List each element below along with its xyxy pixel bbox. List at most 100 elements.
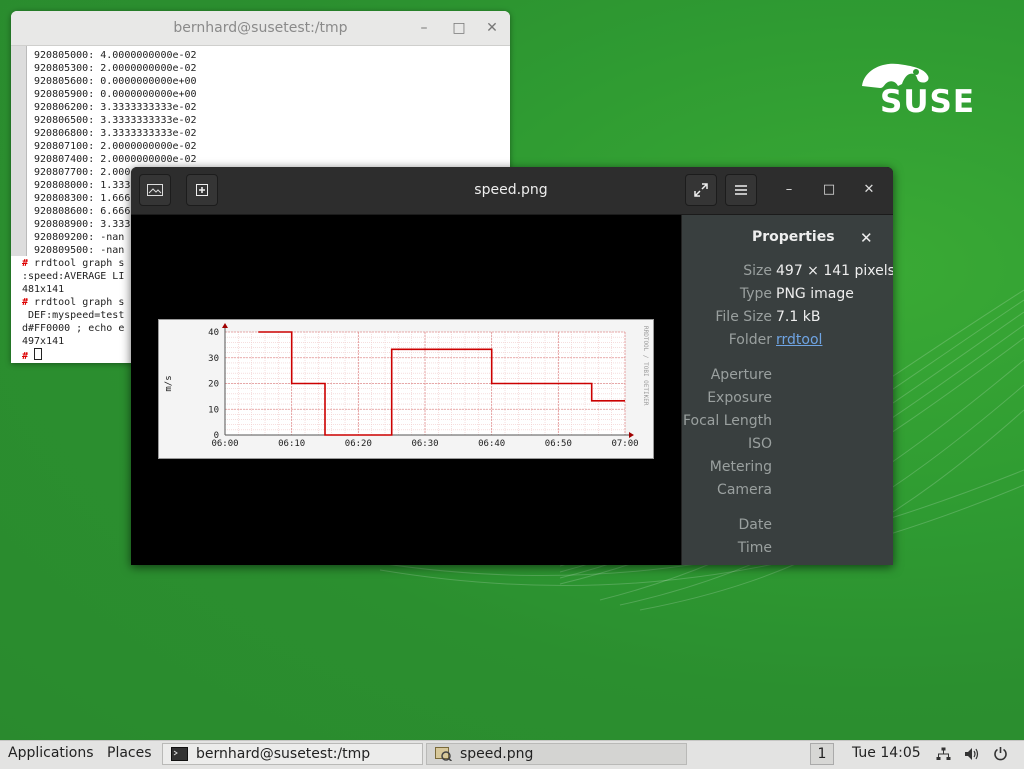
- y-tick-label: 40: [208, 328, 219, 338]
- hamburger-icon: [735, 185, 747, 195]
- image-viewer-window[interactable]: speed.png – □ ✕ 06:00 06:10 06:20 06:30 06:4…: [131, 167, 893, 565]
- volume-icon[interactable]: [964, 747, 980, 761]
- property-row: Folder rrdtool: [682, 332, 893, 352]
- taskbar-task-image-viewer[interactable]: speed.png: [426, 743, 687, 765]
- property-row: Type PNG image: [682, 286, 893, 306]
- terminal-line-text: rrdtool graph s: [28, 297, 125, 308]
- property-key: Time: [737, 540, 772, 556]
- terminal-title: bernhard@susetest:/tmp: [173, 20, 348, 36]
- terminal-line: 920806200: 3.3333333333e-02: [28, 102, 197, 113]
- property-value: 7.1 kB: [776, 309, 821, 325]
- maximize-icon[interactable]: □: [450, 19, 468, 37]
- close-icon[interactable]: ✕: [483, 19, 501, 37]
- terminal-line: 920805000: 4.0000000000e-02: [28, 50, 197, 61]
- property-key: Focal Length: [682, 413, 772, 429]
- terminal-line: 920807400: 2.0000000000e-02: [28, 154, 197, 165]
- x-tick-label: 06:40: [478, 439, 505, 449]
- speed-chart-image: 06:00 06:10 06:20 06:30 06:40 06:50 07:00 0 10 20…: [158, 319, 654, 459]
- terminal-scrollbar[interactable]: [11, 46, 27, 256]
- terminal-line-text: rrdtool graph s: [28, 258, 125, 269]
- close-properties-icon[interactable]: ✕: [860, 229, 873, 247]
- property-row: File Size 7.1 kB: [682, 309, 893, 329]
- y-tick-label: 10: [208, 405, 219, 415]
- terminal-line: 920805300: 2.0000000000e-02: [28, 63, 197, 74]
- gallery-icon: [147, 184, 163, 196]
- x-tick-label: 06:20: [345, 439, 372, 449]
- close-icon[interactable]: ✕: [860, 181, 878, 199]
- x-tick-label: 07:00: [611, 439, 638, 449]
- taskbar-task-label: speed.png: [460, 746, 534, 762]
- minimize-icon[interactable]: –: [415, 19, 433, 37]
- terminal-line-text: :speed:AVERAGE LI: [22, 271, 125, 282]
- property-key: Type: [739, 286, 772, 302]
- property-row: Focal Length: [682, 413, 893, 433]
- terminal-line: 920807100: 2.0000000000e-02: [28, 141, 197, 152]
- terminal-line-text: DEF:myspeed=test: [22, 310, 125, 321]
- property-row: Metering: [682, 459, 893, 479]
- fullscreen-button[interactable]: [685, 174, 717, 206]
- property-key: Camera: [717, 482, 772, 498]
- open-button[interactable]: [186, 174, 218, 206]
- property-row: Camera: [682, 482, 893, 502]
- workspace-indicator[interactable]: 1: [810, 743, 834, 765]
- property-row: Exposure: [682, 390, 893, 410]
- terminal-icon: [171, 747, 188, 761]
- gallery-button[interactable]: [139, 174, 171, 206]
- places-menu[interactable]: Places: [107, 745, 152, 761]
- property-key: Size: [743, 263, 772, 279]
- minimize-icon[interactable]: –: [780, 181, 798, 199]
- text-cursor: [34, 348, 43, 360]
- x-axis-arrow: [629, 432, 634, 438]
- terminal-line: 920806800: 3.3333333333e-02: [28, 128, 197, 139]
- property-key: Aperture: [710, 367, 772, 383]
- terminal-line-text: 497x141: [22, 336, 65, 347]
- taskbar: Applications Places bernhard@susetest:/t…: [0, 740, 1024, 769]
- y-axis-label: m/s: [164, 375, 174, 391]
- suse-wordmark: SUSE: [880, 84, 976, 120]
- fullscreen-icon: [694, 183, 708, 197]
- property-key: Folder: [728, 332, 772, 348]
- taskbar-task-terminal[interactable]: bernhard@susetest:/tmp: [162, 743, 423, 765]
- property-row: ISO: [682, 436, 893, 456]
- property-value: PNG image: [776, 286, 854, 302]
- terminal-line: 920806500: 3.3333333333e-02: [28, 115, 197, 126]
- terminal-line-text: d#FF0000 ; echo e: [22, 323, 125, 334]
- property-row: Time: [682, 540, 893, 560]
- chart-watermark: RRDTOOL / TOBI OETIKER: [642, 326, 649, 406]
- property-value: 497 × 141 pixels: [776, 263, 893, 279]
- maximize-icon[interactable]: □: [820, 181, 838, 199]
- terminal-titlebar[interactable]: bernhard@susetest:/tmp – □ ✕: [11, 11, 510, 46]
- properties-heading: Properties: [752, 229, 835, 245]
- property-key: ISO: [747, 436, 772, 452]
- power-icon[interactable]: [993, 746, 1008, 761]
- property-row: Size 497 × 141 pixels: [682, 263, 893, 283]
- folder-link[interactable]: rrdtool: [776, 332, 822, 348]
- clock[interactable]: Tue 14:05: [852, 745, 921, 761]
- y-tick-label: 0: [214, 431, 219, 441]
- speed-chart: 06:00 06:10 06:20 06:30 06:40 06:50 07:0001020…: [164, 323, 649, 449]
- property-key: Metering: [709, 459, 772, 475]
- network-icon[interactable]: [936, 747, 951, 761]
- property-row: Date: [682, 517, 893, 537]
- y-tick-label: 20: [208, 380, 219, 390]
- terminal-line: 920805600: 0.0000000000e+00: [28, 76, 197, 87]
- property-row: Aperture: [682, 367, 893, 387]
- image-canvas[interactable]: 06:00 06:10 06:20 06:30 06:40 06:50 07:00 0 10 20…: [131, 215, 681, 565]
- image-viewer-headerbar[interactable]: speed.png – □ ✕: [131, 167, 893, 215]
- property-key: Exposure: [707, 390, 772, 406]
- x-tick-label: 06:50: [545, 439, 572, 449]
- properties-sidebar: Properties ✕ Size 497 × 141 pixels Type PNG…: [681, 215, 893, 565]
- x-tick-label: 06:10: [278, 439, 305, 449]
- terminal-line-text: 481x141: [22, 284, 65, 295]
- taskbar-task-label: bernhard@susetest:/tmp: [196, 746, 371, 762]
- y-axis-arrow: [222, 323, 228, 328]
- applications-menu[interactable]: Applications: [8, 745, 94, 761]
- property-key: Date: [738, 517, 772, 533]
- y-tick-label: 30: [208, 354, 219, 364]
- image-viewer-icon: [435, 747, 452, 761]
- x-tick-label: 06:30: [411, 439, 438, 449]
- property-key: File Size: [715, 309, 772, 325]
- menu-button[interactable]: [725, 174, 757, 206]
- terminal-line: 920805900: 0.0000000000e+00: [28, 89, 197, 100]
- image-viewer-title: speed.png: [474, 182, 548, 198]
